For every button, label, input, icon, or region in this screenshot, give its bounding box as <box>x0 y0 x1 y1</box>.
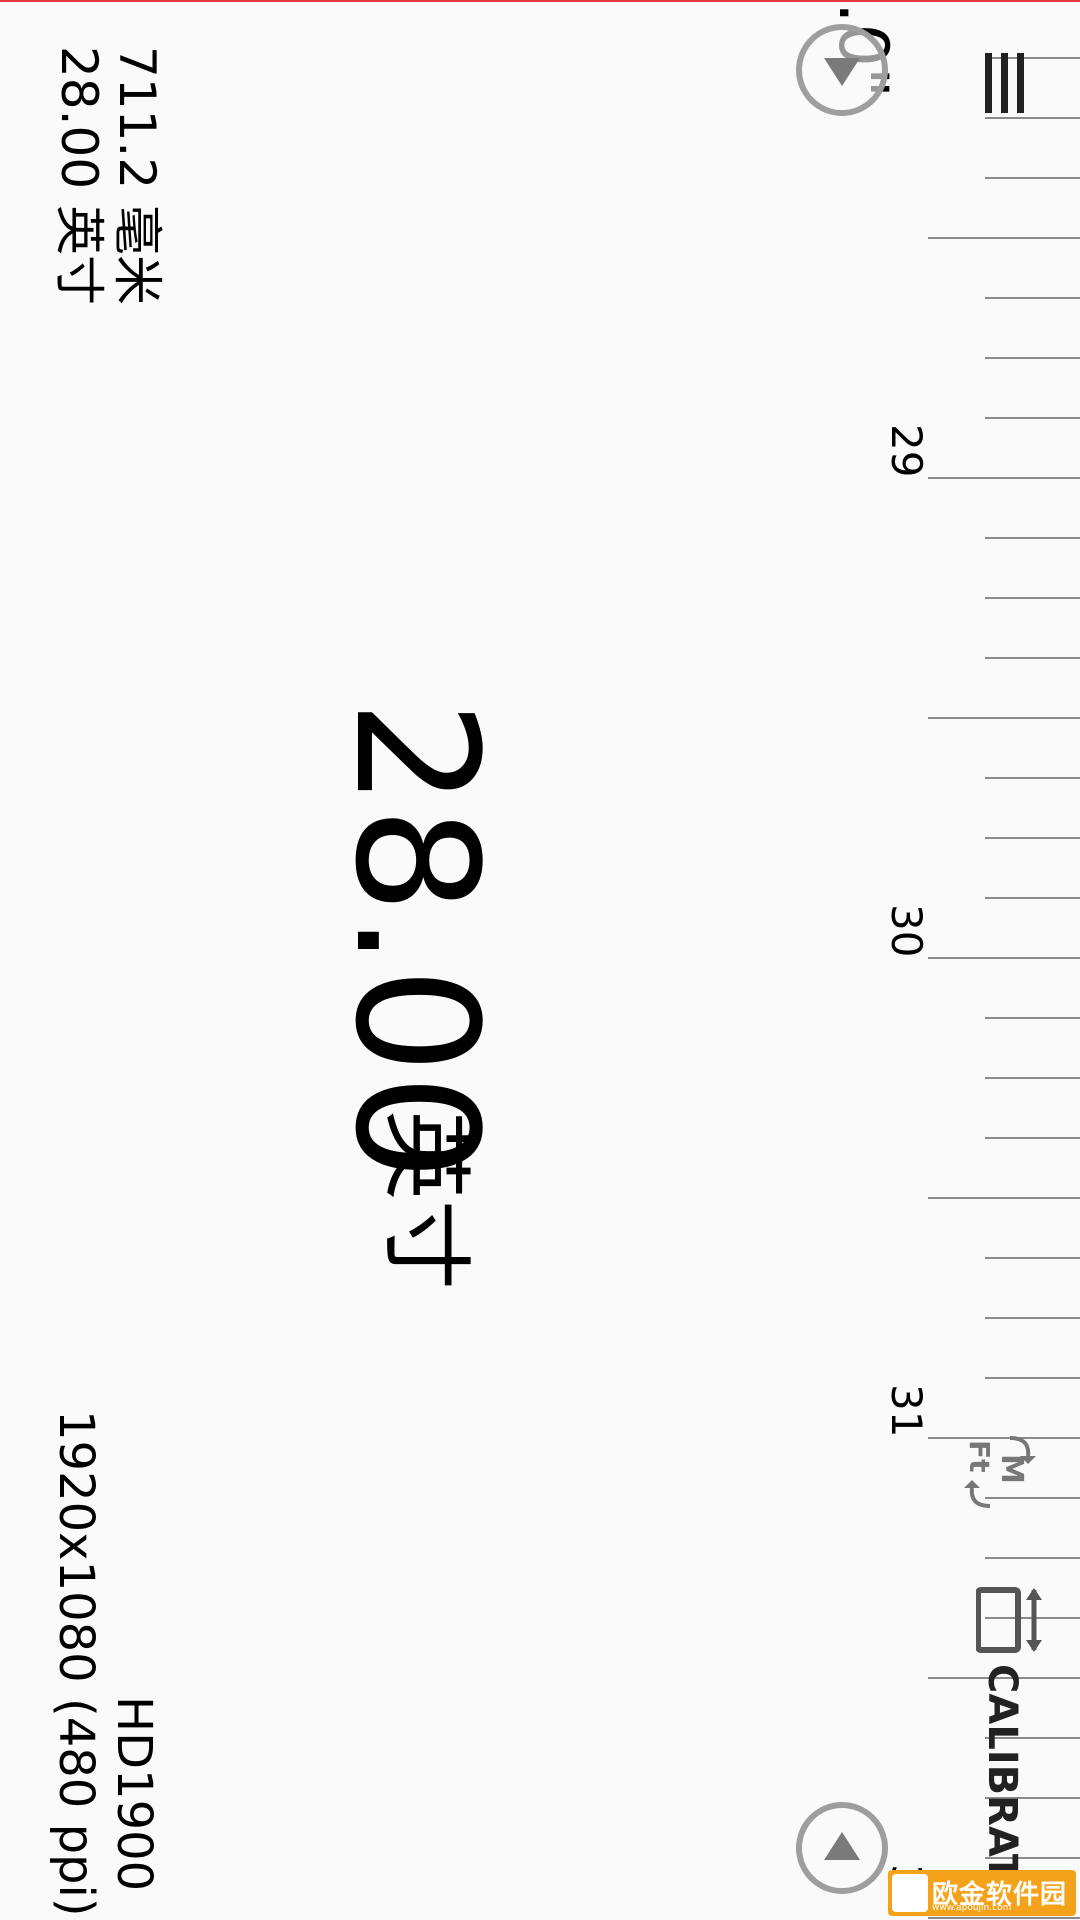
ruler-tick-label: 29 <box>882 424 931 477</box>
watermark-url: www.apoujin.com <box>932 1903 1012 1913</box>
device-resolution: 1920x1080 (480 ppi) <box>48 1410 104 1917</box>
units-toggle-button[interactable]: M Ft <box>960 1432 1040 1512</box>
triangle-up-icon <box>824 1832 860 1860</box>
calibrate-icon <box>975 1587 1042 1653</box>
ruler-tick-label: 31 <box>882 1384 931 1437</box>
watermark-icon <box>892 1874 928 1912</box>
measurement-unit: 英寸 <box>373 1110 478 1290</box>
scroll-up-button[interactable] <box>796 1802 888 1894</box>
summary-mm-value: 711.2 毫米 <box>108 46 166 306</box>
units-switch-icon: M Ft <box>963 1436 1036 1508</box>
svg-text:Ft: Ft <box>963 1440 996 1473</box>
measurement-value: 28.00 <box>318 700 514 1181</box>
summary-inch-value: 28.00 英寸 <box>50 46 108 306</box>
watermark-logo: 欧金软件园 www.apoujin.com <box>888 1870 1076 1916</box>
ruler-tick-label: 30 <box>882 904 931 957</box>
scroll-down-button[interactable] <box>796 24 888 116</box>
device-model: HD1900 <box>106 1696 162 1892</box>
menu-button[interactable] <box>985 53 1029 113</box>
calibrate-button[interactable] <box>975 1584 1048 1656</box>
triangle-down-icon <box>824 58 860 86</box>
